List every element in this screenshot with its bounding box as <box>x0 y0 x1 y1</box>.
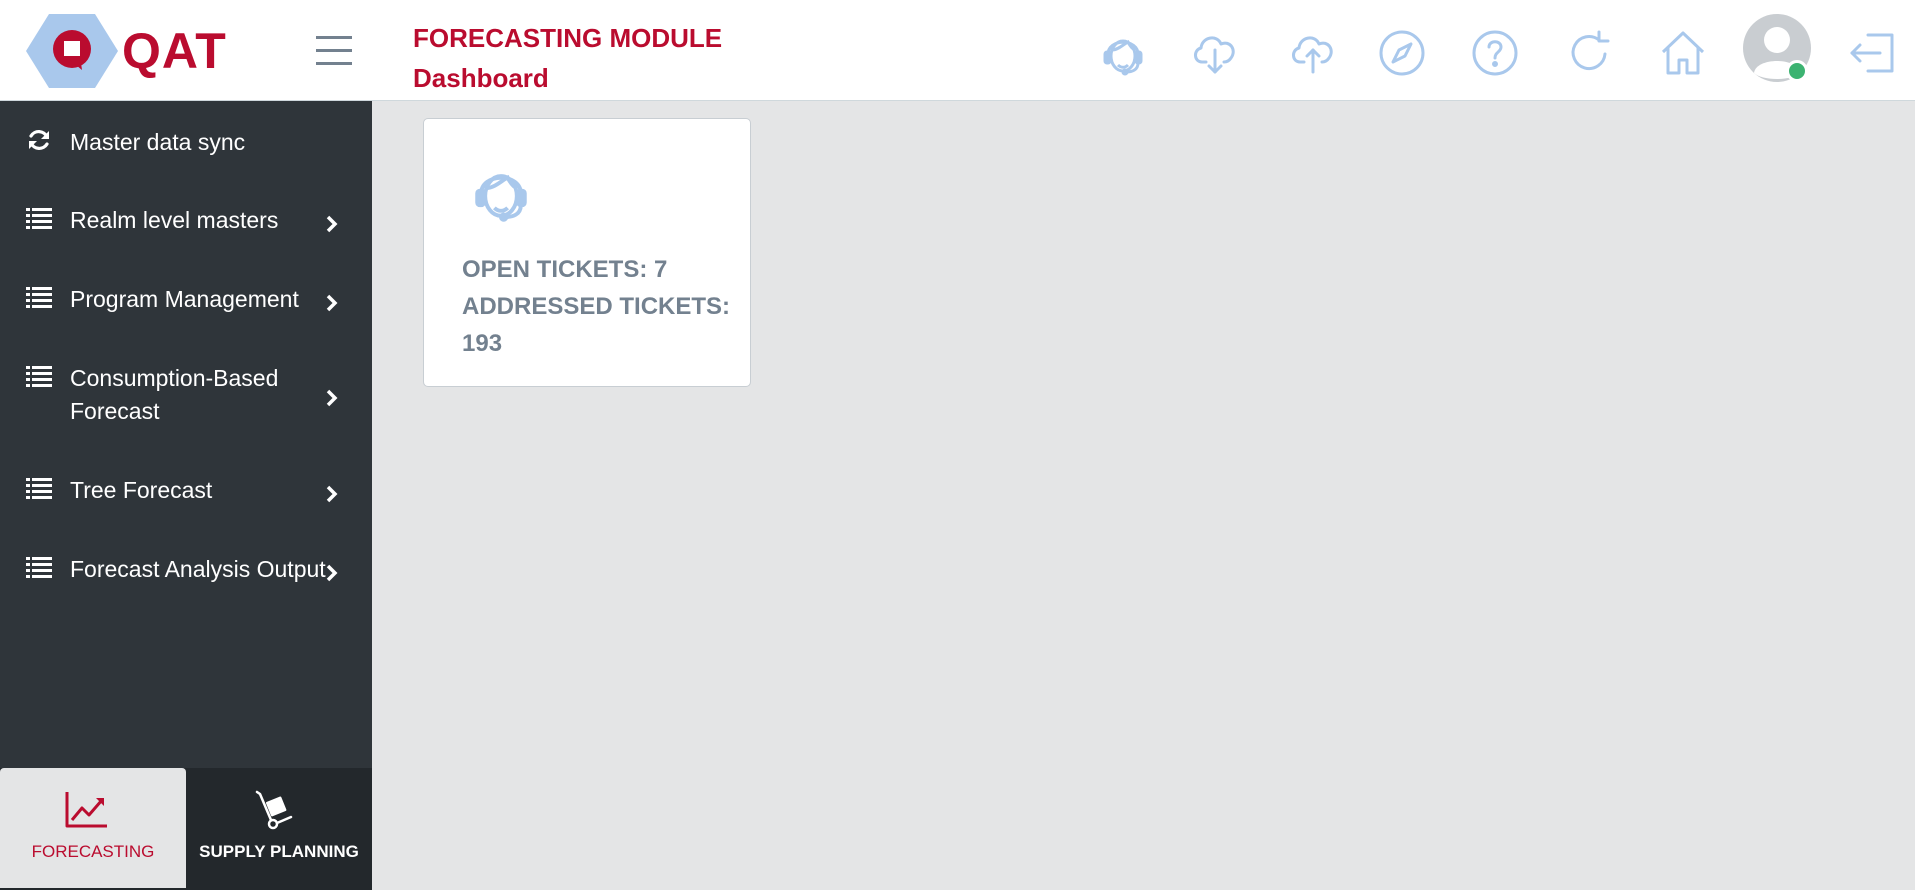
hamburger-menu-button[interactable] <box>314 33 356 69</box>
sidebar-item-label: Program Management <box>70 286 299 312</box>
cloud-download-button[interactable] <box>1190 28 1240 78</box>
support-agent-icon <box>1103 39 1143 76</box>
logo-text: QAT <box>122 23 227 79</box>
open-tickets-count: OPEN TICKETS: 7 <box>462 256 668 283</box>
chevron-right-icon <box>326 564 338 582</box>
module-title: FORECASTING MODULE <box>413 23 723 53</box>
top-header: QAT FORECASTING MODULE Dashboard <box>0 0 1915 101</box>
compass-icon <box>1379 30 1425 76</box>
sidebar-item-label: Forecast <box>70 398 160 424</box>
home-button[interactable] <box>1658 28 1708 78</box>
support-agent-button[interactable] <box>1098 28 1148 78</box>
addressed-tickets-label: ADDRESSED TICKETS: <box>462 293 731 320</box>
chevron-right-icon <box>326 215 338 233</box>
logout-button[interactable] <box>1848 28 1898 78</box>
sidebar-item-master-data-sync[interactable]: Master data sync <box>0 115 372 175</box>
tickets-card[interactable]: OPEN TICKETS: 7 ADDRESSED TICKETS: 193 <box>423 118 751 387</box>
chevron-right-icon <box>326 294 338 312</box>
list-icon <box>26 208 52 229</box>
refresh-icon <box>1571 30 1610 71</box>
list-icon <box>26 557 52 578</box>
sidebar-item-label: Tree Forecast <box>70 477 213 503</box>
hamburger-icon <box>316 36 352 65</box>
sidebar-item-label: Consumption-Based <box>70 365 279 391</box>
list-icon <box>26 366 52 387</box>
logout-icon <box>1850 33 1894 73</box>
sidebar-item-label: Master data sync <box>70 129 246 155</box>
chevron-right-icon <box>326 389 338 407</box>
cloud-upload-button[interactable] <box>1288 28 1338 78</box>
sidebar-item-tree-forecast[interactable]: Tree Forecast <box>0 463 372 523</box>
module-switcher: FORECASTING SUPPLY PLANNING <box>0 768 372 890</box>
chevron-right-icon <box>326 485 338 503</box>
tab-forecasting[interactable]: FORECASTING <box>0 768 186 888</box>
sidebar-item-realm-level-masters[interactable]: Realm level masters <box>0 193 372 253</box>
list-icon <box>26 478 52 499</box>
compass-button[interactable] <box>1377 28 1427 78</box>
help-icon <box>1472 30 1518 76</box>
sidebar-item-program-management[interactable]: Program Management <box>0 272 372 332</box>
cloud-download-icon <box>1194 36 1235 74</box>
sidebar-item-forecast-analysis-output[interactable]: Forecast Analysis Output <box>0 542 372 602</box>
module-title-block: FORECASTING MODULE Dashboard <box>413 18 722 98</box>
page-title: Dashboard <box>413 63 549 93</box>
tickets-summary: OPEN TICKETS: 7 ADDRESSED TICKETS: 193 <box>462 251 742 362</box>
hexagon-logo-icon <box>26 14 118 88</box>
support-agent-icon <box>475 174 527 222</box>
header-toolbar <box>0 22 1915 82</box>
avatar[interactable] <box>1742 13 1812 83</box>
hand-truck-icon <box>255 790 293 830</box>
sidebar-item-consumption-based-forecast[interactable]: Consumption-Based Forecast <box>0 351 372 439</box>
tab-label: FORECASTING <box>31 842 155 861</box>
qat-logo[interactable]: QAT <box>26 12 236 90</box>
help-button[interactable] <box>1470 28 1520 78</box>
online-status-dot <box>1786 60 1808 82</box>
home-icon <box>1661 31 1705 75</box>
addressed-tickets-count: 193 <box>462 330 503 357</box>
tab-supply-planning[interactable]: SUPPLY PLANNING <box>186 768 372 888</box>
refresh-button[interactable] <box>1565 28 1615 78</box>
sidebar-item-label: Forecast Analysis Output <box>70 556 326 582</box>
trend-chart-icon <box>65 792 107 828</box>
sync-icon <box>29 130 49 150</box>
list-icon <box>26 287 52 308</box>
cloud-upload-icon <box>1292 36 1333 74</box>
tab-label: SUPPLY PLANNING <box>199 842 359 861</box>
sidebar-item-label: Realm level masters <box>70 207 279 233</box>
